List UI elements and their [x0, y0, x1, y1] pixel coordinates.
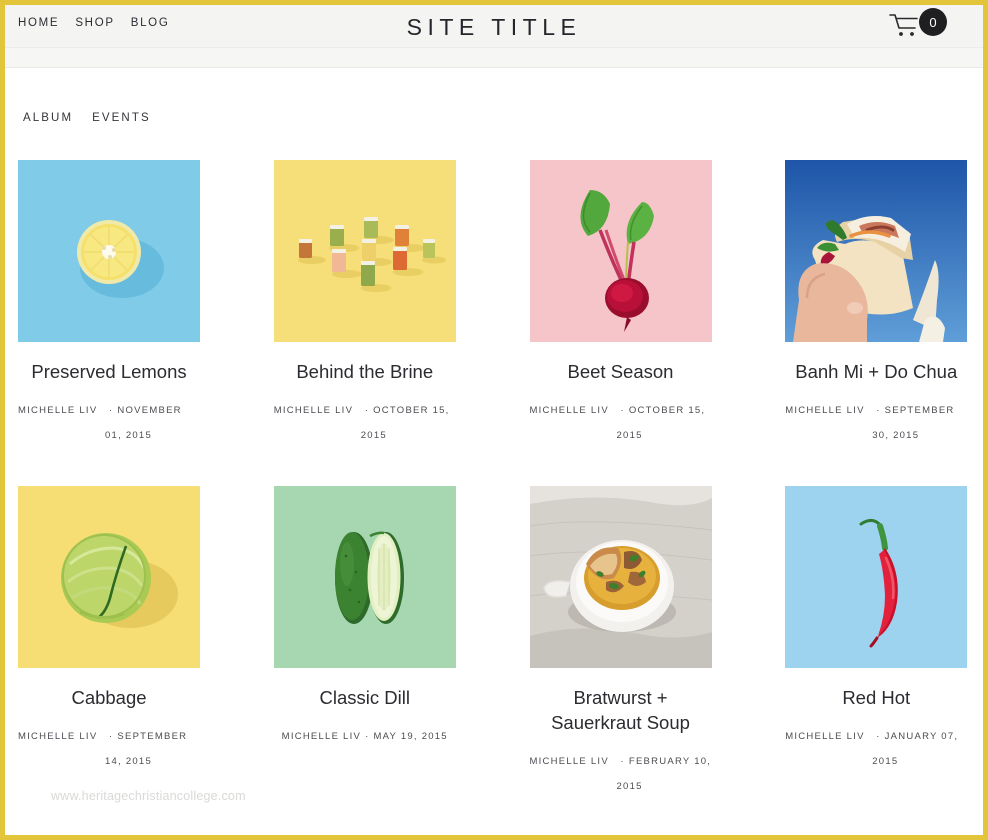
album-title[interactable]: Beet Season [530, 359, 712, 384]
pickle-jars-on-yellow-image [273, 160, 456, 342]
album-author: MICHELLE LIV [18, 405, 98, 416]
album-meta: MICHELLE LIV · OCTOBER 15, 2015 [274, 398, 456, 448]
meta-separator: · [109, 405, 114, 416]
red-chili-on-blue-image [785, 486, 968, 668]
album-title[interactable]: Bratwurst + Sauerkraut Soup [530, 685, 712, 735]
album-author: MICHELLE LIV [785, 405, 865, 416]
album-meta: MICHELLE LIV · SEPTEMBER 30, 2015 [785, 398, 967, 448]
album-thumbnail-behind-the-brine[interactable] [273, 160, 456, 342]
album-date: · JANUARY 07, 2015 [872, 724, 967, 774]
album-date: · SEPTEMBER 30, 2015 [872, 398, 967, 448]
album-author: MICHELLE LIV [273, 405, 354, 416]
album-thumbnail-preserved-lemons[interactable] [18, 160, 200, 342]
album-title[interactable]: Banh Mi + Do Chua [785, 359, 967, 384]
album-date-value: NOVEMBER 01, 2015 [105, 405, 182, 441]
album-card: Preserved Lemons MICHELLE LIV · NOVEMBER … [18, 160, 200, 448]
album-grid-row-2: Cabbage MICHELLE LIV · SEPTEMBER 14, 2015 [18, 486, 970, 799]
album-date-value: OCTOBER 15, 2015 [616, 405, 706, 441]
album-date-value: JANUARY 07, 2015 [872, 731, 959, 767]
soup-bowl-on-linen-image [529, 486, 712, 668]
album-thumbnail-beet-season[interactable] [529, 160, 712, 342]
meta-separator: · [364, 405, 370, 416]
lemon-half-on-blue-image [18, 160, 200, 342]
meta-separator: · [876, 731, 881, 742]
album-date-value: FEBRUARY 10, 2015 [616, 756, 712, 792]
album-title[interactable]: Behind the Brine [274, 359, 456, 384]
meta-separator: · [620, 756, 625, 767]
album-author: MICHELLE LIV [18, 731, 98, 742]
album-card: Classic Dill MICHELLE LIV · MAY 19, 2015 [273, 486, 456, 799]
album-card: Cabbage MICHELLE LIV · SEPTEMBER 14, 2015 [18, 486, 200, 799]
album-meta: MICHELLE LIV · MAY 19, 2015 [274, 724, 456, 749]
meta-separator: · [109, 731, 114, 742]
main-content: ALBUM EVENTS Preserved Lemons MICHELLE L… [5, 68, 983, 799]
album-author: MICHELLE LIV [529, 405, 609, 416]
tab-album[interactable]: ALBUM [23, 112, 73, 124]
album-author: MICHELLE LIV [529, 756, 609, 767]
category-tabs: ALBUM EVENTS [18, 68, 970, 132]
album-card: Beet Season MICHELLE LIV · OCTOBER 15, 20… [529, 160, 712, 448]
album-title[interactable]: Classic Dill [274, 685, 456, 710]
album-date: · OCTOBER 15, 2015 [361, 398, 456, 448]
hand-holding-banh-mi-sky-image [785, 160, 968, 342]
tab-events[interactable]: EVENTS [92, 112, 151, 124]
album-thumbnail-red-hot[interactable] [785, 486, 968, 668]
album-date: · SEPTEMBER 14, 2015 [105, 724, 200, 774]
beet-with-greens-on-pink-image [529, 160, 712, 342]
album-date-value: SEPTEMBER 14, 2015 [105, 731, 188, 767]
cabbage-on-yellow-image [18, 486, 200, 668]
album-thumbnail-bratwurst-sauerkraut-soup[interactable] [529, 486, 712, 668]
album-date-value: OCTOBER 15, 2015 [360, 405, 450, 441]
album-date: MAY 19, 2015 [373, 731, 448, 742]
album-title[interactable]: Preserved Lemons [18, 359, 200, 384]
album-thumbnail-banh-mi-do-chua[interactable] [785, 160, 968, 342]
site-title: SITE TITLE [406, 14, 582, 40]
album-title[interactable]: Cabbage [18, 685, 200, 710]
album-card: Red Hot MICHELLE LIV · JANUARY 07, 2015 [785, 486, 968, 799]
album-card: Banh Mi + Do Chua MICHELLE LIV · SEPTEMBE… [785, 160, 968, 448]
album-card: Behind the Brine MICHELLE LIV · OCTOBER 1… [273, 160, 456, 448]
page-viewport: HOME SHOP BLOG SITE TITLE 0 ALBUM EVENTS [5, 5, 983, 835]
shopping-cart-icon [889, 14, 918, 36]
meta-separator: · [620, 405, 625, 416]
album-title[interactable]: Red Hot [785, 685, 967, 710]
site-header: HOME SHOP BLOG SITE TITLE 0 [5, 5, 983, 48]
album-author: MICHELLE LIV [281, 731, 362, 742]
album-thumbnail-classic-dill[interactable] [273, 486, 456, 668]
album-card: Bratwurst + Sauerkraut Soup MICHELLE LIV… [529, 486, 712, 799]
cucumbers-on-mint-green-image [273, 486, 456, 668]
album-meta: MICHELLE LIV · SEPTEMBER 14, 2015 [18, 724, 200, 774]
cart-count-badge: 0 [919, 8, 947, 36]
album-meta: MICHELLE LIV · FEBRUARY 10, 2015 [530, 749, 712, 799]
album-meta: MICHELLE LIV · NOVEMBER 01, 2015 [18, 398, 200, 448]
album-date: · NOVEMBER 01, 2015 [105, 398, 200, 448]
album-grid-row-1: Preserved Lemons MICHELLE LIV · NOVEMBER … [18, 160, 970, 448]
header-underband [5, 48, 983, 68]
meta-separator: · [365, 731, 370, 742]
album-date: · FEBRUARY 10, 2015 [617, 749, 712, 799]
album-date: · OCTOBER 15, 2015 [617, 398, 712, 448]
album-meta: MICHELLE LIV · OCTOBER 15, 2015 [530, 398, 712, 448]
album-meta: MICHELLE LIV · JANUARY 07, 2015 [785, 724, 967, 774]
album-author: MICHELLE LIV [785, 731, 865, 742]
album-thumbnail-cabbage[interactable] [18, 486, 200, 668]
cart-button[interactable]: 0 [889, 8, 947, 42]
album-date-value: SEPTEMBER 30, 2015 [872, 405, 955, 441]
meta-separator: · [876, 405, 881, 416]
